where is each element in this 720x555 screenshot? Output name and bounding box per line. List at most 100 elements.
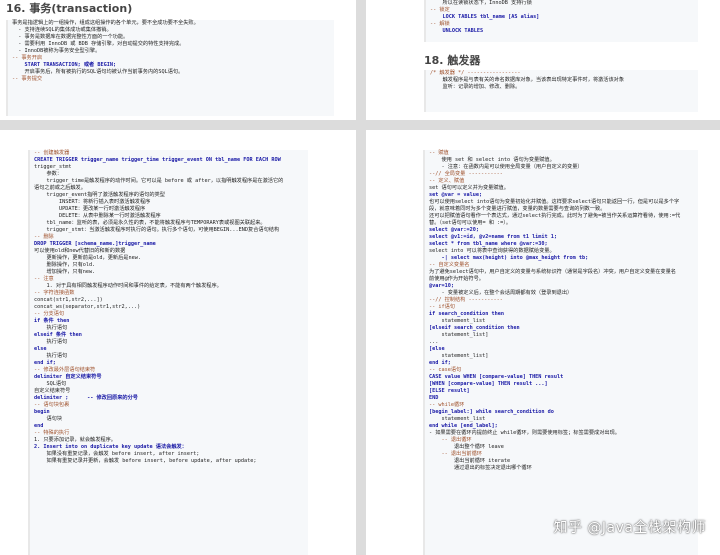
code-line: 语句之前或之后触发。: [34, 185, 86, 191]
code-line: [else: [429, 346, 445, 352]
code-line: delimiter ; -- 修改回原来的分号: [34, 395, 138, 401]
code-line: ...: [429, 339, 439, 345]
code-block-variables: -- 赋值 使用 set 和 select into 语句为变量赋值。 - 注意…: [423, 150, 698, 555]
code-line: select * from tbl_name where @var:=30;: [429, 241, 548, 247]
document-page-top-left: 16. 事务(transaction) 事务是指逻辑上的一组操作，组成这组操作的…: [0, 0, 356, 120]
code-line: -- 退出当前循环: [429, 451, 482, 457]
code-line: select @var:=20;: [429, 227, 479, 233]
code-line: --// 控制结构 -----------: [429, 297, 503, 303]
code-line: 为了避免select语句中，用户自定义的变量与系统标识符（通常是字段名）冲突，用…: [429, 269, 676, 275]
code-line: CREATE TRIGGER trigger_name trigger_time…: [34, 157, 281, 163]
code-line: - 支持连续SQL的集体成功或集体撤销。: [12, 27, 112, 33]
code-line: -| select max(height) into @max_height f…: [429, 255, 589, 261]
code-line: DROP TRIGGER [schema_name.]trigger_name: [34, 241, 156, 247]
code-line: set 语句可以定义并为变量赋值。: [429, 185, 509, 191]
code-line: statement_list]: [429, 332, 489, 338]
document-page-bottom-right: -- 赋值 使用 set 和 select into 语句为变量赋值。 - 注意…: [366, 130, 720, 555]
code-line: - 如果需要在循环内提前终止 while循环，则需要使用标签；标签需要成对出现。: [429, 430, 620, 436]
code-line: trigger_time是触发程序的动作时间。它可以是 before 或 aft…: [34, 178, 284, 184]
code-line: 段，就意味着同时为多个变量进行赋值，变量的数量需要与查询的列数一致。: [429, 206, 606, 212]
code-line: - 事务是数据库在数据完整性方面的一个功能。: [12, 34, 129, 40]
code-line: 语句块: [34, 416, 63, 422]
code-line: 使用 set 和 select into 语句为变量赋值。: [429, 157, 555, 163]
code-line: 2. Insert into on duplicate key update 语…: [34, 444, 187, 450]
code-line: statement_list]: [429, 353, 489, 359]
code-line: 执行语句: [34, 325, 68, 331]
section-heading-trigger: 18. 触发器: [424, 54, 481, 67]
code-line: 通过退出的标签决定退出哪个循环: [429, 465, 532, 471]
code-line: -- 赋值: [429, 150, 449, 156]
code-line: end while [end_label];: [429, 423, 498, 429]
code-line: 也可以使用select into语句为变量初始化并赋值。这样要求select语句…: [429, 199, 680, 205]
code-line: -- if语句: [429, 304, 455, 310]
code-line: -- 锁定: [430, 7, 450, 13]
code-line: 1. 只要添加记录，就会触发程序。: [34, 437, 116, 443]
code-line: CASE value WHEN [compare-value] THEN res…: [429, 374, 564, 380]
code-line: trigger_event指明了激活触发程序的语句的类型: [34, 192, 165, 198]
code-line: 所以在读锁状态下，InnoDB 支持行锁: [430, 0, 532, 6]
code-line: begin: [34, 409, 50, 415]
code-line: statement_list: [429, 416, 486, 422]
code-line: elseif 条件 then: [34, 332, 82, 338]
code-line: 更新操作，更新前是old，更新后是new.: [34, 255, 141, 261]
code-line: 执行语句: [34, 339, 68, 345]
code-line: [ELSE result]: [429, 388, 470, 394]
code-line: select into 可以将表中查询获得的数据赋给变量。: [429, 248, 555, 254]
code-line: -- 特殊的执行: [34, 430, 70, 436]
code-line: 增加操作，只有new.: [34, 269, 96, 275]
code-line: 监听：记录的增加、修改、删除。: [430, 84, 521, 90]
code-line: if search_condition then: [429, 311, 504, 317]
code-line: -- 分支语句: [34, 311, 65, 317]
code-line: concat_ws(separator,str1,str2,...): [34, 304, 141, 310]
code-line: -- 修改最外层语句结束符: [34, 367, 96, 373]
code-line: 如果有重复记录并更新，会触发 before insert, before upd…: [34, 458, 257, 464]
code-line: --// 全局变量 -----------: [429, 171, 503, 177]
code-line: 触发程序是与表有关的命名数据库对象，当该表出现特定事件时，将激活该对象: [430, 77, 625, 83]
code-line: -- case语句: [429, 367, 462, 373]
code-line: 参数：: [34, 171, 63, 177]
code-line: - InnoDB被称为事务安全型引擎。: [12, 48, 101, 54]
document-page-bottom-left: -- 创建触发器 CREATE TRIGGER trigger_name trig…: [0, 130, 356, 555]
code-line: if 条件 then: [34, 318, 70, 324]
code-line: UNLOCK TABLES: [430, 28, 484, 34]
code-line: 可以使用old和new代替旧的和新的数据: [34, 248, 126, 254]
code-line: LOCK TABLES tbl_name [AS alias]: [430, 14, 540, 20]
code-line: 事务是指逻辑上的一组操作，组成这组操作的各个单元，要不全成功要不全失败。: [12, 20, 199, 26]
code-line: 删除操作，只有old.: [34, 262, 96, 268]
code-line: 执行语句: [34, 353, 68, 359]
code-line: -- 退出循环: [429, 437, 472, 443]
code-line: -- 字符连接函数: [34, 290, 75, 296]
code-line: DELETE：从表中删除某一行时激活触发程序: [34, 213, 161, 219]
code-line: tbl_name：监听的表，必须是永久性的表，不能将触发程序与TEMPORARY…: [34, 220, 266, 226]
code-line: concat(str1,str2,...]): [34, 297, 103, 303]
code-line: -- 解锁: [430, 21, 450, 27]
code-line: [elseif search_condition then: [429, 325, 520, 331]
code-line: INSERT：将新行插入表时激活触发程序: [34, 199, 151, 205]
code-line: 如果没有重复记录，会触发 before insert, after insert…: [34, 451, 200, 457]
code-line: 自定义结束符号: [34, 388, 71, 394]
code-line: START TRANSACTION; 或者 BEGIN;: [12, 62, 117, 68]
code-line: 1. 对于具有相同触发程序动作时间和事件的给定表，不能有两个触发程序。: [34, 283, 222, 289]
code-line: -- 创建触发器: [34, 150, 70, 156]
code-line: trigger_stmt：当激活触发程序时执行的语句。执行多个语句，可使用BEG…: [34, 227, 280, 233]
code-line: 前使用@作为开始符号。: [429, 276, 484, 282]
code-line: 开启事务后，所有被执行的SQL语句均被认作当前事务内的SQL语句。: [12, 69, 184, 75]
code-line: -- 定义、赋值: [429, 178, 465, 184]
code-line: - 需要利用 InnoDB 或 BDB 存储引擎，对自动提交的特性支持完成。: [12, 41, 185, 47]
code-line: -- while循环: [429, 402, 465, 408]
code-line: set @var = value;: [429, 192, 483, 198]
code-line: statement_list: [429, 318, 486, 324]
code-line: UPDATE：更改某一行时激活触发程序: [34, 206, 146, 212]
code-line: 替。（set语句可以使用= 和 :=）。: [429, 220, 512, 226]
code-line: -- 注意: [34, 276, 54, 282]
section-heading-transaction: 16. 事务(transaction): [6, 2, 133, 15]
code-line: -- 自定义变量名: [429, 262, 470, 268]
code-line: SQL语句: [34, 381, 67, 387]
code-block-lock: 所以在读锁状态下，InnoDB 支持行锁 -- 锁定 LOCK TABLES tb…: [424, 0, 698, 42]
code-line: [begin_label:] while search_condition do: [429, 409, 554, 415]
code-line: else: [34, 346, 47, 352]
code-line: end: [34, 423, 44, 429]
code-line: -- 语句块包裹: [34, 402, 70, 408]
code-block-trigger-intro: /* 触发器 */ ----------------- 触发程序是与表有关的命名…: [424, 70, 698, 112]
watermark-text: 知乎 @Java全栈架构师: [553, 520, 706, 536]
